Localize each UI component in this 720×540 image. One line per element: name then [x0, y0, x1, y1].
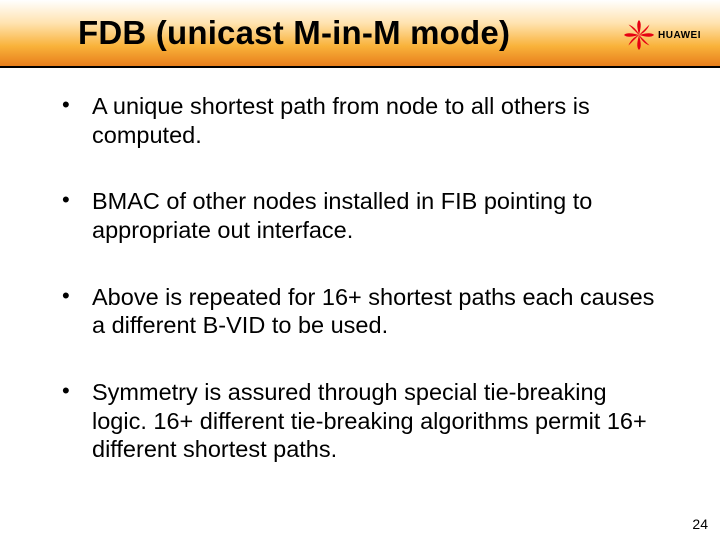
- slide-title: FDB (unicast M-in-M mode): [78, 14, 510, 52]
- bullet-item: BMAC of other nodes installed in FIB poi…: [56, 187, 664, 244]
- bullet-item: A unique shortest path from node to all …: [56, 92, 664, 149]
- slide-header: FDB (unicast M-in-M mode) HUAWEI: [0, 0, 720, 68]
- huawei-logo-text: HUAWEI: [658, 30, 701, 41]
- bullet-item: Above is repeated for 16+ shortest paths…: [56, 283, 664, 340]
- bullet-item: Symmetry is assured through special tie-…: [56, 378, 664, 464]
- huawei-logo: HUAWEI: [624, 18, 702, 52]
- slide-content: A unique shortest path from node to all …: [0, 68, 720, 464]
- huawei-flower-icon: [624, 20, 654, 50]
- page-number: 24: [692, 516, 708, 532]
- bullet-list: A unique shortest path from node to all …: [56, 92, 664, 464]
